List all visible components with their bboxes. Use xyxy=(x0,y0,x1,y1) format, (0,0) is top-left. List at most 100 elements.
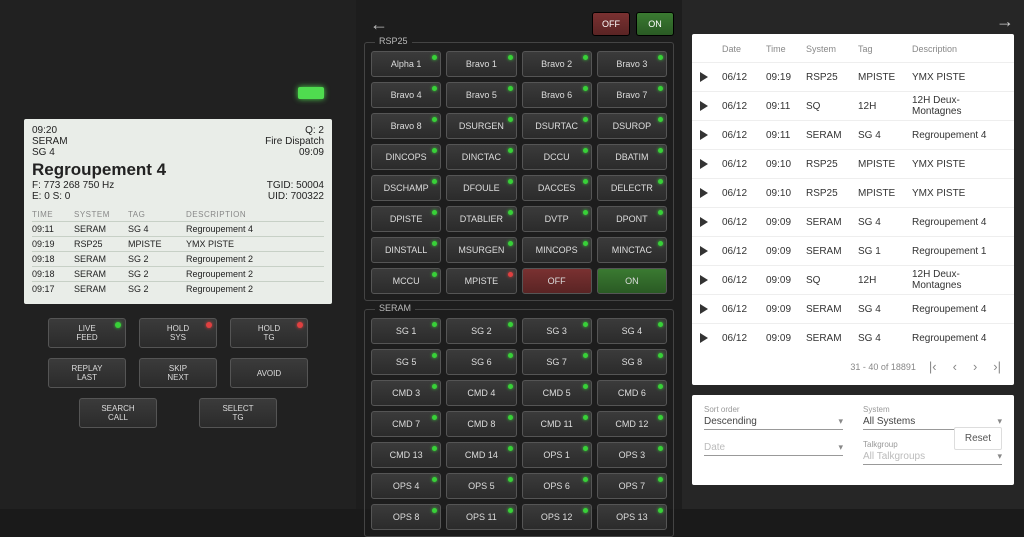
talkgroup-button[interactable]: DSCHAMP xyxy=(371,175,441,201)
talkgroup-select[interactable]: All Talkgroups▾ xyxy=(863,449,1002,465)
talkgroup-button[interactable]: OPS 7 xyxy=(597,473,667,499)
talkgroup-button[interactable]: DCCU xyxy=(522,144,592,170)
talkgroup-button[interactable]: DVTP xyxy=(522,206,592,232)
talkgroup-button[interactable]: OPS 8 xyxy=(371,504,441,530)
forward-arrow-icon[interactable]: → xyxy=(996,11,1014,32)
talkgroup-button[interactable]: Bravo 4 xyxy=(371,82,441,108)
hold-tg-button[interactable]: HOLD TG xyxy=(230,318,308,348)
talkgroup-button[interactable]: MINCTAC xyxy=(597,237,667,263)
back-arrow-icon[interactable]: ← xyxy=(364,14,394,35)
play-icon[interactable] xyxy=(700,159,708,169)
call-row[interactable]: 06/1209:10RSP25MPISTEYMX PISTE xyxy=(692,178,1014,207)
talkgroup-button[interactable]: DINSTALL xyxy=(371,237,441,263)
talkgroup-button[interactable]: DACCES xyxy=(522,175,592,201)
talkgroup-button[interactable]: OFF xyxy=(522,268,592,294)
talkgroup-button[interactable]: Bravo 2 xyxy=(522,51,592,77)
talkgroup-button[interactable]: DINCTAC xyxy=(446,144,516,170)
all-off-button[interactable]: OFF xyxy=(592,12,630,36)
talkgroup-button[interactable]: OPS 6 xyxy=(522,473,592,499)
talkgroup-button[interactable]: DSUROP xyxy=(597,113,667,139)
play-icon[interactable] xyxy=(700,72,708,82)
talkgroup-button[interactable]: DELECTR xyxy=(597,175,667,201)
call-row[interactable]: 06/1209:09SERAMSG 4Regroupement 4 xyxy=(692,294,1014,323)
talkgroup-button[interactable]: SG 1 xyxy=(371,318,441,344)
talkgroup-button[interactable]: DFOULE xyxy=(446,175,516,201)
talkgroup-button[interactable]: OPS 4 xyxy=(371,473,441,499)
call-row[interactable]: 06/1209:19RSP25MPISTEYMX PISTE xyxy=(692,62,1014,91)
talkgroup-button[interactable]: MSURGEN xyxy=(446,237,516,263)
sort-select[interactable]: Descending▾ xyxy=(704,414,843,430)
talkgroup-button[interactable]: DINCOPS xyxy=(371,144,441,170)
talkgroup-button[interactable]: CMD 12 xyxy=(597,411,667,437)
call-row[interactable]: 06/1209:11SQ12H12H Deux-Montagnes xyxy=(692,91,1014,120)
call-row[interactable]: 06/1209:11SERAMSG 4Regroupement 4 xyxy=(692,120,1014,149)
hold-sys-button[interactable]: HOLD SYS xyxy=(139,318,217,348)
talkgroup-button[interactable]: OPS 5 xyxy=(446,473,516,499)
select-tg-button[interactable]: SELECT TG xyxy=(199,398,277,428)
search-call-button[interactable]: SEARCH CALL xyxy=(79,398,157,428)
talkgroup-button[interactable]: Bravo 6 xyxy=(522,82,592,108)
play-icon[interactable] xyxy=(700,246,708,256)
talkgroup-button[interactable]: CMD 4 xyxy=(446,380,516,406)
call-row[interactable]: 06/1209:09SERAMSG 1Regroupement 1 xyxy=(692,236,1014,265)
talkgroup-button[interactable]: DBATIM xyxy=(597,144,667,170)
call-row[interactable]: 06/1209:09SQ12H12H Deux-Montagnes xyxy=(692,265,1014,294)
talkgroup-button[interactable]: Bravo 1 xyxy=(446,51,516,77)
talkgroup-button[interactable]: OPS 12 xyxy=(522,504,592,530)
talkgroup-button[interactable]: CMD 13 xyxy=(371,442,441,468)
talkgroup-button[interactable]: SG 3 xyxy=(522,318,592,344)
talkgroup-button[interactable]: DSURGEN xyxy=(446,113,516,139)
call-row[interactable]: 06/1209:09SERAMSG 4Regroupement 4 xyxy=(692,207,1014,236)
talkgroup-button[interactable]: CMD 11 xyxy=(522,411,592,437)
talkgroup-button[interactable]: SG 2 xyxy=(446,318,516,344)
reset-button[interactable]: Reset xyxy=(954,427,1002,450)
talkgroup-button[interactable]: Alpha 1 xyxy=(371,51,441,77)
talkgroup-button[interactable]: ON xyxy=(597,268,667,294)
play-icon[interactable] xyxy=(700,217,708,227)
talkgroup-button[interactable]: CMD 5 xyxy=(522,380,592,406)
talkgroup-button[interactable]: CMD 8 xyxy=(446,411,516,437)
talkgroup-button[interactable]: SG 5 xyxy=(371,349,441,375)
talkgroup-button[interactable]: Bravo 8 xyxy=(371,113,441,139)
talkgroup-button[interactable]: DSURTAC xyxy=(522,113,592,139)
call-row[interactable]: 06/1209:09SERAMSG 4Regroupement 4 xyxy=(692,323,1014,352)
play-icon[interactable] xyxy=(700,188,708,198)
talkgroup-button[interactable]: MINCOPS xyxy=(522,237,592,263)
play-icon[interactable] xyxy=(700,304,708,314)
talkgroup-button[interactable]: SG 8 xyxy=(597,349,667,375)
play-icon[interactable] xyxy=(700,101,708,111)
first-page-icon[interactable]: |‹ xyxy=(926,359,940,374)
talkgroup-button[interactable]: MPISTE xyxy=(446,268,516,294)
talkgroup-button[interactable]: OPS 13 xyxy=(597,504,667,530)
talkgroup-button[interactable]: CMD 3 xyxy=(371,380,441,406)
talkgroup-button[interactable]: SG 6 xyxy=(446,349,516,375)
avoid-button[interactable]: AVOID xyxy=(230,358,308,388)
talkgroup-button[interactable]: MCCU xyxy=(371,268,441,294)
next-page-icon[interactable]: › xyxy=(970,359,980,374)
talkgroup-button[interactable]: CMD 6 xyxy=(597,380,667,406)
live-feed-button[interactable]: LIVE FEED xyxy=(48,318,126,348)
call-row[interactable]: 06/1209:10RSP25MPISTEYMX PISTE xyxy=(692,149,1014,178)
play-icon[interactable] xyxy=(700,275,708,285)
play-icon[interactable] xyxy=(700,333,708,343)
play-icon[interactable] xyxy=(700,130,708,140)
talkgroup-button[interactable]: CMD 7 xyxy=(371,411,441,437)
talkgroup-button[interactable]: Bravo 7 xyxy=(597,82,667,108)
talkgroup-button[interactable]: Bravo 5 xyxy=(446,82,516,108)
talkgroup-button[interactable]: SG 4 xyxy=(597,318,667,344)
skip-next-button[interactable]: SKIP NEXT xyxy=(139,358,217,388)
talkgroup-button[interactable]: DTABLIER xyxy=(446,206,516,232)
date-select[interactable]: Date▾ xyxy=(704,440,843,456)
talkgroup-button[interactable]: OPS 3 xyxy=(597,442,667,468)
all-on-button[interactable]: ON xyxy=(636,12,674,36)
talkgroup-button[interactable]: DPISTE xyxy=(371,206,441,232)
talkgroup-button[interactable]: DPONT xyxy=(597,206,667,232)
talkgroup-button[interactable]: OPS 11 xyxy=(446,504,516,530)
talkgroup-button[interactable]: SG 7 xyxy=(522,349,592,375)
last-page-icon[interactable]: ›| xyxy=(990,359,1004,374)
talkgroup-button[interactable]: OPS 1 xyxy=(522,442,592,468)
prev-page-icon[interactable]: ‹ xyxy=(950,359,960,374)
replay-last-button[interactable]: REPLAY LAST xyxy=(48,358,126,388)
talkgroup-button[interactable]: CMD 14 xyxy=(446,442,516,468)
talkgroup-button[interactable]: Bravo 3 xyxy=(597,51,667,77)
